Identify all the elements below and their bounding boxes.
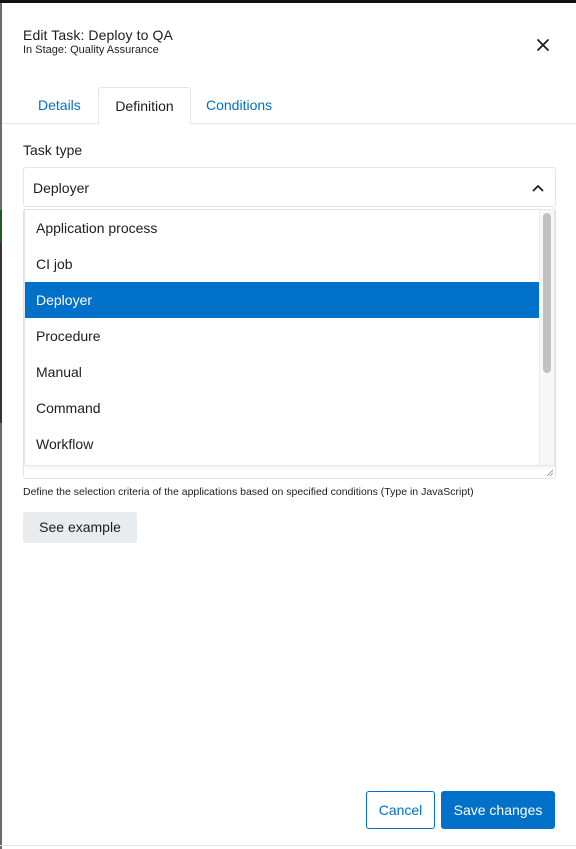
resize-handle-icon[interactable] <box>546 469 554 477</box>
modal-header: Edit Task: Deploy to QA In Stage: Qualit… <box>23 27 173 57</box>
modal-subtitle: In Stage: Quality Assurance <box>23 44 159 56</box>
task-type-select[interactable]: Deployer <box>23 167 556 207</box>
tab-definition[interactable]: Definition <box>98 87 191 125</box>
option-application-process[interactable]: Application process <box>25 210 540 246</box>
close-icon <box>537 39 549 51</box>
close-button[interactable] <box>535 37 551 53</box>
save-changes-button[interactable]: Save changes <box>441 791 555 829</box>
task-type-value: Deployer <box>33 180 90 196</box>
modal-title: Edit Task: Deploy to QA <box>23 27 173 43</box>
option-ci-job[interactable]: CI job <box>25 246 540 282</box>
selection-criteria-help: Define the selection criteria of the app… <box>23 486 474 498</box>
dropdown-scrollbar[interactable] <box>539 210 554 465</box>
task-type-label: Task type <box>23 142 83 158</box>
tab-details[interactable]: Details <box>23 87 96 124</box>
bottom-divider <box>0 845 576 846</box>
option-manual[interactable]: Manual <box>25 354 540 390</box>
option-workflow[interactable]: Workflow <box>25 426 540 462</box>
task-type-dropdown: Application process CI job Deployer Proc… <box>24 209 555 466</box>
option-command[interactable]: Command <box>25 390 540 426</box>
option-procedure[interactable]: Procedure <box>25 318 540 354</box>
tab-conditions[interactable]: Conditions <box>191 87 287 124</box>
chevron-up-icon <box>532 185 544 192</box>
option-deployer[interactable]: Deployer <box>25 282 540 318</box>
cancel-button[interactable]: Cancel <box>366 791 435 829</box>
scrollbar-thumb[interactable] <box>543 213 551 373</box>
edit-task-modal: Edit Task: Deploy to QA In Stage: Qualit… <box>2 3 576 848</box>
tab-bar: Details Definition Conditions <box>2 87 576 125</box>
see-example-button[interactable]: See example <box>23 512 137 543</box>
